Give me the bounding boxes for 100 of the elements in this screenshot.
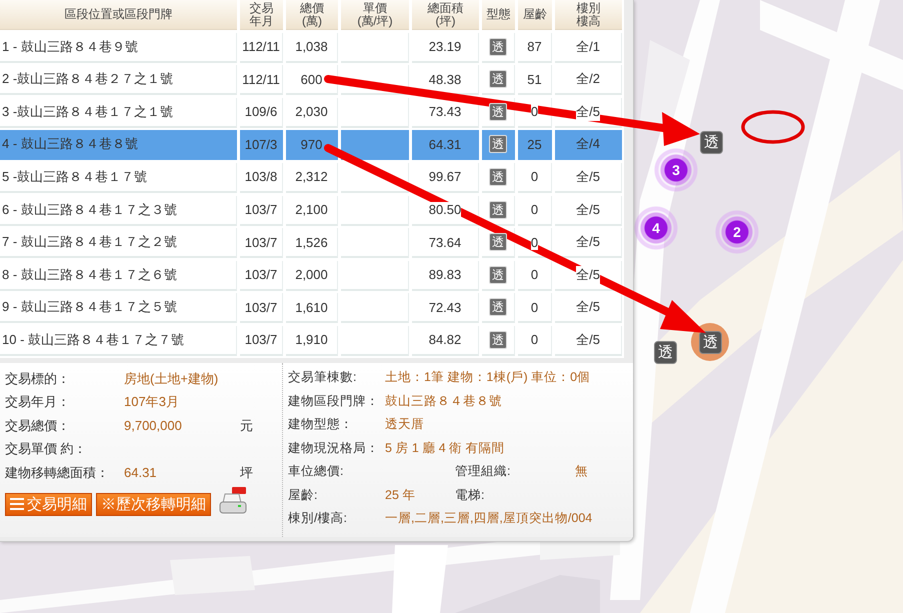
field-value: 25 年 <box>385 486 416 504</box>
table-cell[interactable]: 全/5 <box>555 196 622 226</box>
field-value: 鼓山三路８４巷８號 <box>385 392 502 410</box>
field-value: 107年3月 <box>124 393 180 412</box>
type-badge: 透 <box>489 233 507 252</box>
table-cell[interactable]: 0 <box>518 162 552 193</box>
field-label: 管理組織: <box>455 463 512 480</box>
table-cell[interactable]: 1,910 <box>286 326 338 356</box>
field-label: 交易單價 約： <box>5 440 88 458</box>
table-cell[interactable]: 25 <box>518 130 552 160</box>
table-cell[interactable]: 全/1 <box>555 32 622 63</box>
table-cell[interactable]: 4 - 鼓山三路８４巷８號 <box>0 130 237 160</box>
map-marker[interactable]: 透 <box>700 131 723 154</box>
column-header: 區段位置或區段門牌 <box>0 0 237 30</box>
map-marker[interactable]: 透 <box>654 341 677 364</box>
table-cell[interactable]: 9 - 鼓山三路８４巷１７之５號 <box>0 293 237 324</box>
table-cell[interactable]: 1 - 鼓山三路８４巷９號 <box>0 32 237 63</box>
field-label: 建物移轉總面積： <box>5 464 110 482</box>
field-label: 建物現況格局： <box>288 440 380 457</box>
field-value: 5 房 1 廳 4 衛 有隔間 <box>385 440 505 457</box>
column-header: 屋齡 <box>518 0 552 30</box>
table-cell[interactable]: 600 <box>286 65 338 96</box>
field-label: 交易總價： <box>5 416 71 435</box>
table-cell[interactable]: 72.43 <box>412 293 479 324</box>
table-cell[interactable]: 2 -鼓山三路８４巷２７之１號 <box>0 65 237 96</box>
table-cell[interactable]: 112/11 <box>240 32 283 63</box>
unit-label: 坪 <box>240 464 253 482</box>
table-cell[interactable]: 10 - 鼓山三路８４巷１７之７號 <box>0 326 237 356</box>
table-cell[interactable] <box>341 130 409 160</box>
table-cell[interactable]: 87 <box>518 32 552 63</box>
type-badge: 透 <box>489 200 507 219</box>
unit-label: 元 <box>240 416 253 435</box>
column-header: 交易 年月 <box>240 0 283 30</box>
table-cell[interactable]: 0 <box>518 260 552 291</box>
type-badge: 透 <box>489 330 507 349</box>
table-cell[interactable]: 51 <box>518 65 552 96</box>
table-cell[interactable]: 23.19 <box>412 32 479 63</box>
table-cell[interactable]: 103/7 <box>240 293 283 324</box>
type-badge: 透 <box>489 298 507 316</box>
table-cell[interactable]: 2,100 <box>286 196 338 226</box>
field-value: 9,700,000 <box>124 418 183 434</box>
table-cell[interactable]: 0 <box>518 293 552 324</box>
column-header: 單價 (萬/坪) <box>341 0 409 30</box>
table-cell[interactable]: 103/7 <box>240 326 283 356</box>
type-badge: 透 <box>489 70 507 88</box>
table-cell[interactable]: 7 - 鼓山三路８４巷１７之２號 <box>0 228 237 258</box>
type-badge: 透 <box>489 168 507 186</box>
table-cell[interactable]: 6 - 鼓山三路８４巷１７之３號 <box>0 196 237 226</box>
table-cell[interactable]: 全/4 <box>555 130 622 160</box>
field-label: 棟別/樓高: <box>288 510 348 528</box>
field-value: 土地：1筆 建物：1棟(戶) 車位：0個 <box>385 369 590 386</box>
map-marker[interactable]: 透 <box>699 331 722 354</box>
field-value: 一層,二層,三層,四層,屋頂突出物/004 <box>385 510 592 528</box>
table-cell[interactable]: 112/11 <box>240 65 283 96</box>
table-cell[interactable]: 109/6 <box>240 98 283 128</box>
table-cell[interactable]: 5 -鼓山三路８４巷１７號 <box>0 162 237 193</box>
table-cell[interactable]: 1,038 <box>286 32 338 63</box>
field-value: 透天厝 <box>385 416 424 434</box>
table-cell[interactable]: 2,000 <box>286 260 338 291</box>
field-label: 電梯: <box>455 486 486 504</box>
table-cell[interactable]: 3 -鼓山三路８４巷１７之１號 <box>0 98 237 128</box>
cluster-marker[interactable]: 3 <box>654 148 698 192</box>
field-label: 建物型態： <box>288 416 354 434</box>
field-label: 交易標的： <box>5 370 71 388</box>
table-cell[interactable]: 8 - 鼓山三路８４巷１７之６號 <box>0 260 237 291</box>
printer-icon[interactable] <box>218 486 248 516</box>
table-cell[interactable]: 全/5 <box>555 293 622 324</box>
table-cell[interactable]: 1,526 <box>286 228 338 258</box>
type-badge: 透 <box>489 266 507 284</box>
table-cell[interactable]: 0 <box>518 196 552 226</box>
field-label: 屋齡: <box>288 486 318 504</box>
table-cell[interactable]: 89.83 <box>412 260 479 291</box>
table-cell[interactable]: 103/8 <box>240 162 283 193</box>
table-cell[interactable]: 全/5 <box>555 326 622 356</box>
table-cell[interactable]: 84.82 <box>412 326 479 356</box>
table-cell[interactable]: 107/3 <box>240 130 283 160</box>
table-cell[interactable]: 73.64 <box>412 228 479 258</box>
table-cell[interactable]: 0 <box>518 326 552 356</box>
table-cell[interactable]: 970 <box>286 130 338 160</box>
table-cell[interactable]: 103/7 <box>240 260 283 291</box>
column-header: 型態 <box>482 0 515 30</box>
column-header: 總面積 (坪) <box>412 0 479 30</box>
type-badge: 透 <box>489 102 507 121</box>
table-cell[interactable]: 1,610 <box>286 293 338 324</box>
table-cell[interactable]: 全/5 <box>555 162 622 193</box>
cluster-marker[interactable]: 4 <box>634 206 678 250</box>
field-value: 64.31 <box>124 465 158 480</box>
table-cell[interactable]: 2,312 <box>286 162 338 193</box>
type-badge: 透 <box>489 38 507 56</box>
menu-icon <box>10 498 24 510</box>
field-value: 無 <box>575 463 588 480</box>
table-cell[interactable]: 64.31 <box>412 130 479 160</box>
column-header: 樓別 樓高 <box>555 0 622 30</box>
table-cell[interactable]: 103/7 <box>240 196 283 226</box>
table-cell[interactable]: 103/7 <box>240 228 283 258</box>
cluster-marker[interactable]: 2 <box>715 210 759 254</box>
table-cell[interactable]: 2,030 <box>286 98 338 128</box>
field-label: 交易年月： <box>5 393 71 412</box>
table-cell[interactable]: 全/2 <box>555 65 622 96</box>
field-label: 交易筆棟數: <box>288 369 358 386</box>
